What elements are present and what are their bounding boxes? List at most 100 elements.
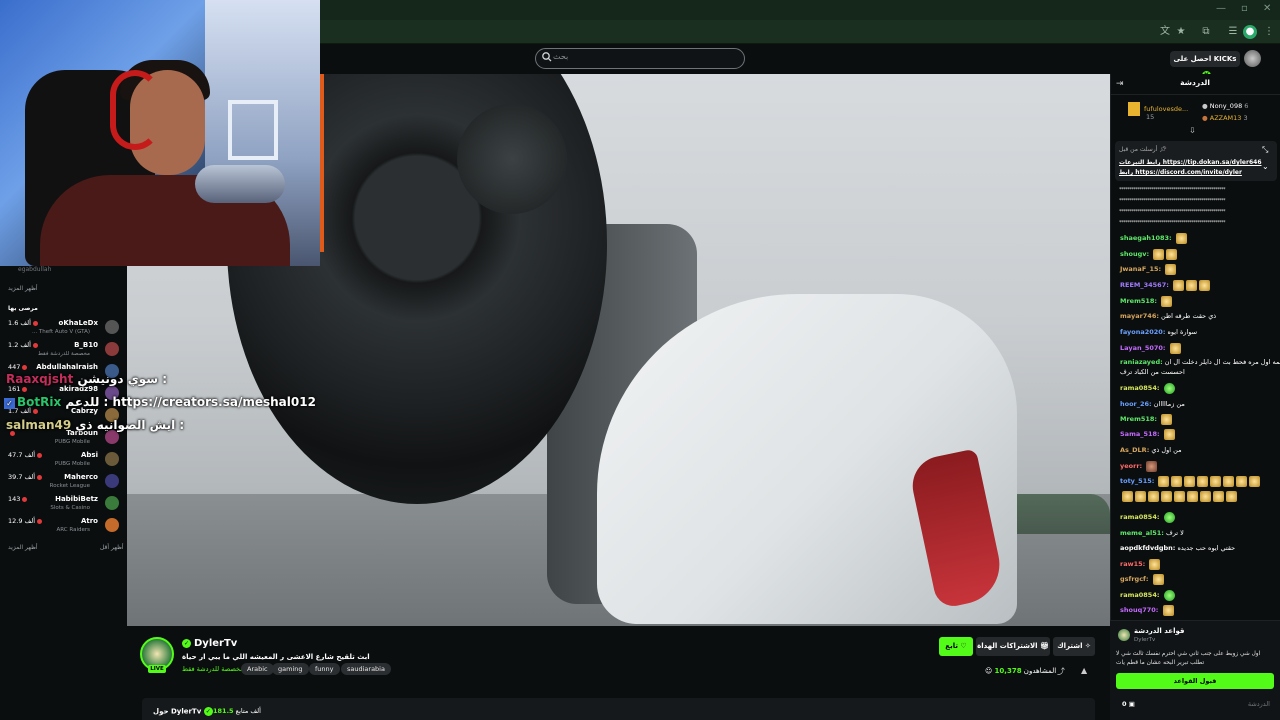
- chat-message[interactable]: rama0854:: [1120, 589, 1175, 601]
- gold-emote-icon: [1226, 490, 1237, 502]
- chat-message[interactable]: JwanaF_15:: [1120, 263, 1177, 275]
- chat-username[interactable]: meme_al51:: [1120, 529, 1164, 537]
- sidebar-show-less[interactable]: أظهر أقل: [100, 544, 124, 551]
- chat-message[interactable]: raw15:: [1120, 558, 1161, 570]
- chat-username[interactable]: rama0854:: [1120, 384, 1159, 392]
- sidebar-channel-row[interactable]: B_B10 مخصصة للدردشة فقط 1.2 ألف: [0, 340, 124, 362]
- chat-username[interactable]: shougv:: [1120, 250, 1149, 258]
- sidebar-channel-row[interactable]: oKhaLeDx ... Theft Auto V (GTA) 1.6 ألف: [0, 318, 124, 340]
- maximize-icon[interactable]: ▫: [1241, 3, 1248, 14]
- minimize-icon[interactable]: —: [1216, 3, 1226, 14]
- close-icon[interactable]: ✕: [1263, 3, 1271, 14]
- leaderboard-entry[interactable]: ● Nony_098 6: [1202, 102, 1248, 110]
- chat-input-placeholder: الدردشة: [1247, 700, 1270, 708]
- tag-funny[interactable]: funny: [309, 663, 340, 675]
- chat-username[interactable]: fayona2020:: [1120, 328, 1165, 336]
- live-dot-icon: [32, 342, 38, 348]
- share-icon[interactable]: ⤴: [1057, 666, 1067, 676]
- chat-message[interactable]: Layan_5070:: [1120, 342, 1181, 354]
- chat-message[interactable]: toty_515:: [1120, 475, 1261, 487]
- chat-message[interactable]: rama0854:: [1120, 511, 1175, 523]
- sidebar-channel-row[interactable]: HabibiBetz Slots & Casino 143: [0, 494, 124, 516]
- chat-username[interactable]: aopdkfdvdgbn:: [1120, 544, 1175, 552]
- search-placeholder: بحث: [553, 52, 569, 61]
- extensions-icon[interactable]: ⧉: [1199, 25, 1213, 39]
- chat-message[interactable]: meme_al51: لا ترف: [1120, 527, 1184, 539]
- bot-badge-icon: ✓: [4, 398, 15, 409]
- pinned-link-1[interactable]: رابط التبرعات https://tip.dokan.sa/dyler…: [1119, 159, 1262, 166]
- accept-rules-button[interactable]: قبول القواعد: [1116, 673, 1274, 689]
- chat-username[interactable]: rama0854:: [1120, 591, 1159, 599]
- chat-message[interactable]: aopdkfdvdgbn: حقتي ايوه حب جديده: [1120, 542, 1235, 554]
- chat-message[interactable]: shaegah1083:: [1120, 232, 1187, 244]
- tag-saudiarabia[interactable]: saudiarabia: [341, 663, 391, 675]
- chat-username[interactable]: yeorr:: [1120, 462, 1142, 470]
- scroll-down-icon[interactable]: ⇩: [1189, 126, 1196, 135]
- leaderboard-entry[interactable]: ● AZZAM13 3: [1202, 114, 1248, 122]
- sidebar-top-user[interactable]: egabdullah: [18, 266, 51, 273]
- sidebar-channel-row[interactable]: Maherco Rocket League 39.7 ألف: [0, 472, 124, 494]
- sidebar-show-more-top[interactable]: أظهر المزيد: [8, 285, 38, 292]
- sidebar-channel-row[interactable]: Absi PUBG Mobile 47.7 ألف: [0, 450, 124, 472]
- chat-username[interactable]: REEM_34567:: [1120, 281, 1169, 289]
- stream-category[interactable]: مخصصة للدردشة فقط: [182, 665, 244, 673]
- chat-message[interactable]: Sama_518:: [1120, 428, 1175, 440]
- streamer-name[interactable]: ✓ DylerTv: [182, 638, 237, 649]
- profile-icon[interactable]: ●: [1243, 25, 1257, 39]
- chat-message[interactable]: rama0854:: [1120, 382, 1175, 394]
- pinned-line-2[interactable]: رابط https://discord.com/invite/dyler: [1119, 169, 1242, 176]
- chat-message[interactable]: shouq770:: [1120, 604, 1174, 616]
- chat-username[interactable]: shouq770:: [1120, 606, 1158, 614]
- chat-username[interactable]: rama0854:: [1120, 513, 1159, 521]
- chat-message[interactable]: hoor_26: من زمااااان: [1120, 398, 1185, 410]
- follow-button[interactable]: تابع ♡: [939, 637, 973, 656]
- leaderboard-entry[interactable]: fufulovesde...: [1128, 102, 1188, 116]
- chat-username[interactable]: raw15:: [1120, 560, 1145, 568]
- tag-gaming[interactable]: gaming: [272, 663, 309, 675]
- emote-picker-icon[interactable]: ▣: [1129, 700, 1135, 708]
- reading-list-icon[interactable]: ☰: [1226, 25, 1240, 39]
- chat-message[interactable]: احسست من الكباد ترف: [1120, 366, 1185, 378]
- pinned-line-1[interactable]: رابط التبرعات https://tip.dokan.sa/dyler…: [1119, 159, 1262, 166]
- chat-message[interactable]: REEM_34567:: [1120, 279, 1210, 291]
- chat-message[interactable]: Mrem518:: [1120, 413, 1173, 425]
- sidebar-channel-row[interactable]: Atro ARC Raiders 12.9 ألف: [0, 516, 124, 538]
- tag-arabic[interactable]: Arabic: [241, 663, 274, 675]
- chat-message[interactable]: yeorr:: [1120, 460, 1158, 472]
- chat-message[interactable]: [1120, 490, 1237, 502]
- chat-username[interactable]: Sama_518:: [1120, 430, 1160, 438]
- chevron-down-icon[interactable]: ⌄: [1262, 162, 1269, 171]
- pin-collapse-icon[interactable]: ⤡: [1262, 145, 1268, 155]
- chat-message[interactable]: gsfrgcf:: [1120, 573, 1164, 585]
- channel-viewers: 143: [8, 495, 29, 503]
- sidebar-show-more[interactable]: أظهر المزيد: [8, 544, 38, 551]
- user-avatar[interactable]: [1244, 50, 1261, 67]
- get-kicks-button[interactable]: احصل على KICKsK: [1170, 51, 1240, 80]
- chat-input[interactable]: الدردشة 0 ▣: [1116, 697, 1274, 713]
- chat-username[interactable]: As_DLR:: [1120, 446, 1149, 454]
- chat-username[interactable]: toty_515:: [1120, 477, 1154, 485]
- chat-username[interactable]: raniazayed:: [1120, 358, 1163, 366]
- channel-name: Maherco: [64, 473, 98, 481]
- chat-message[interactable]: fayona2020: سوارة ايوه: [1120, 326, 1197, 338]
- chat-username[interactable]: mayar746:: [1120, 312, 1159, 320]
- gift-subs-button[interactable]: الاشتراكات الهداة 🎁︎: [976, 637, 1050, 656]
- bookmark-star-icon[interactable]: ★: [1174, 25, 1188, 39]
- chat-username[interactable]: gsfrgcf:: [1120, 575, 1149, 583]
- chat-message[interactable]: shougv:: [1120, 248, 1178, 260]
- chat-username[interactable]: JwanaF_15:: [1120, 265, 1161, 273]
- live-dot-icon: [22, 386, 28, 392]
- browser-menu-icon[interactable]: ⋮: [1262, 25, 1276, 39]
- translate-icon[interactable]: 文: [1158, 25, 1172, 39]
- report-flag-icon[interactable]: ▲: [1081, 666, 1091, 676]
- chat-message[interactable]: As_DLR: من اول ذي: [1120, 444, 1182, 456]
- chat-message[interactable]: Mrem518:: [1120, 295, 1173, 307]
- chat-message[interactable]: mayar746: ذي حقت طرقه اظن: [1120, 310, 1216, 322]
- chat-username[interactable]: hoor_26:: [1120, 400, 1152, 408]
- subscribe-button[interactable]: اشتراك ✧: [1053, 637, 1095, 656]
- chat-username[interactable]: Layan_5070:: [1120, 344, 1166, 352]
- pinned-link-2[interactable]: رابط https://discord.com/invite/dyler: [1119, 169, 1242, 176]
- chat-username[interactable]: shaegah1083:: [1120, 234, 1172, 242]
- chat-username[interactable]: Mrem518:: [1120, 297, 1157, 305]
- chat-username[interactable]: Mrem518:: [1120, 415, 1157, 423]
